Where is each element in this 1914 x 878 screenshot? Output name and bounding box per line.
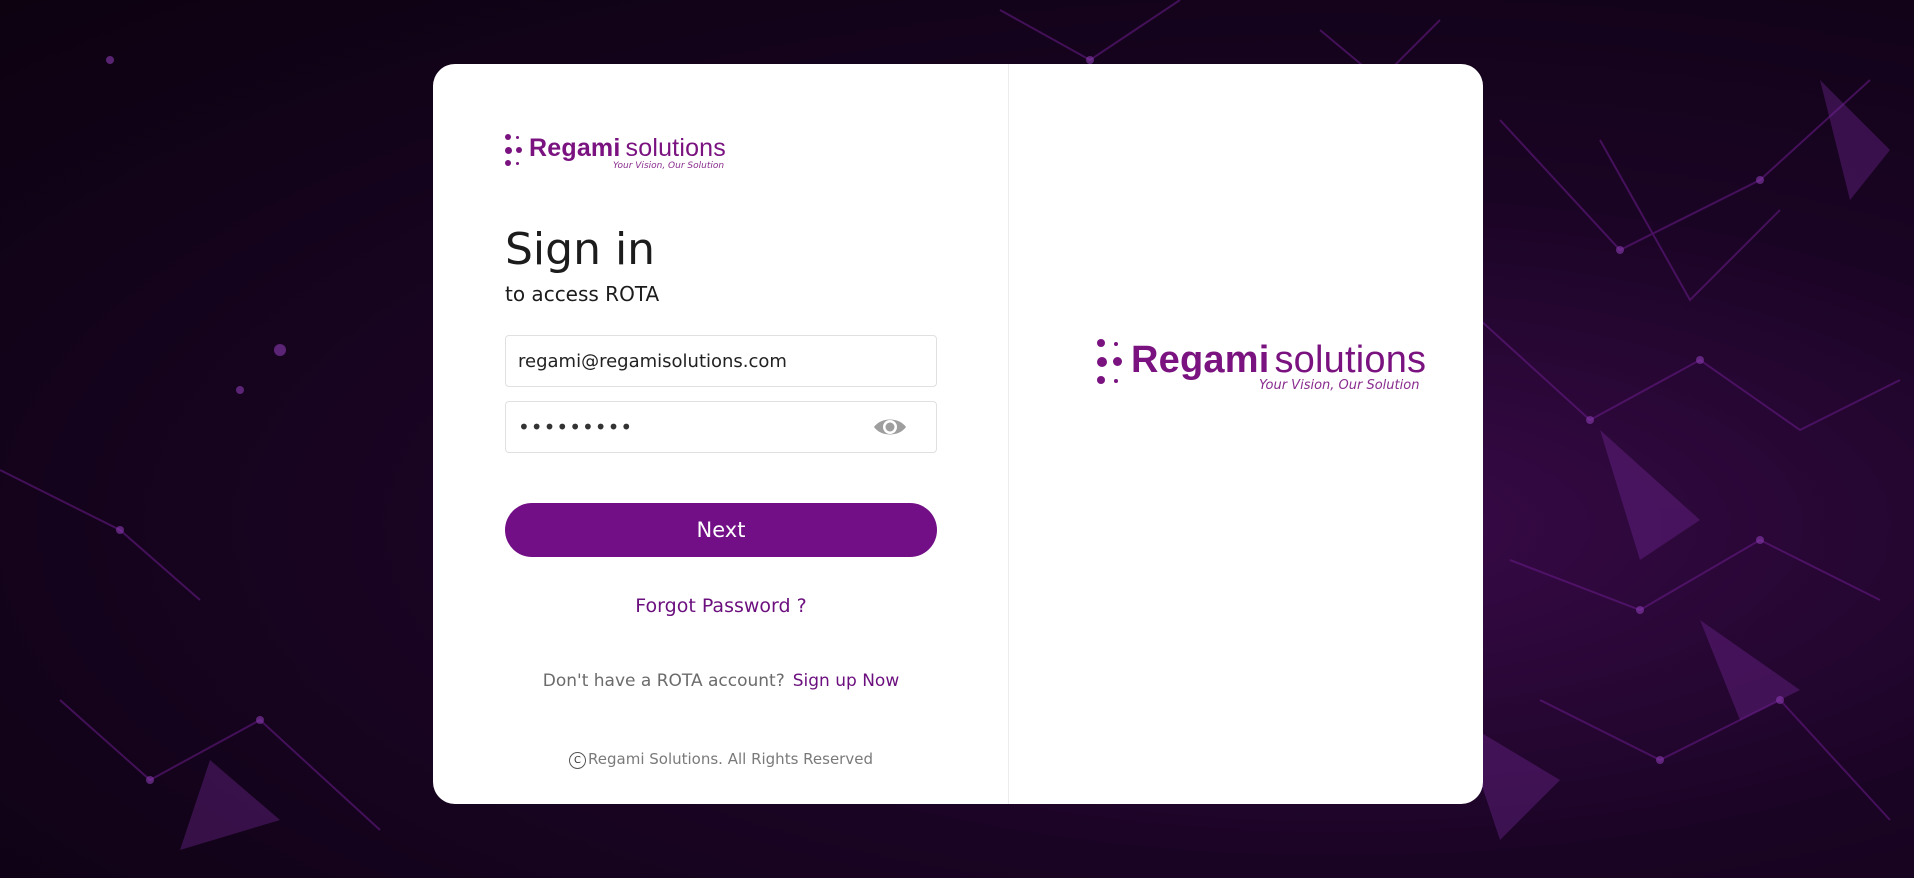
email-input[interactable] [506, 350, 936, 372]
page-title: Sign in [505, 224, 656, 275]
email-field[interactable] [505, 335, 937, 387]
copyright-icon: C [569, 752, 587, 769]
brand-tagline: Your Vision, Our Solution [1259, 378, 1420, 393]
copyright-footer: C Regami Solutions. All Rights Reserved [433, 750, 1009, 769]
signup-row: Don't have a ROTA account? Sign up Now [433, 671, 1009, 691]
page-subtitle: to access ROTA [505, 282, 660, 306]
logo-dots-icon [505, 134, 525, 168]
brand-name-bold: Regami [529, 134, 621, 162]
brand-tagline: Your Vision, Our Solution [613, 161, 725, 171]
signup-link[interactable]: Sign up Now [793, 671, 899, 691]
eye-icon[interactable] [872, 415, 908, 439]
password-field[interactable]: ••••••••• [505, 401, 937, 453]
brand-name-bold: Regami [1131, 339, 1270, 381]
brand-name-light: solutions [1274, 339, 1427, 381]
logo-dots-icon [1097, 339, 1127, 387]
login-card: Regami solutions Your Vision, Our Soluti… [433, 64, 1483, 804]
signup-prompt: Don't have a ROTA account? [542, 671, 785, 691]
brand-logo-large: Regami solutions Your Vision, Our Soluti… [1097, 339, 1426, 393]
signin-panel: Regami solutions Your Vision, Our Soluti… [433, 64, 1009, 804]
forgot-password-link[interactable]: Forgot Password ? [433, 595, 1009, 617]
brand-name-light: solutions [625, 134, 726, 162]
copyright-text: Regami Solutions. All Rights Reserved [588, 750, 873, 768]
brand-panel: Regami solutions Your Vision, Our Soluti… [1009, 64, 1483, 804]
next-button[interactable]: Next [505, 503, 937, 557]
password-input[interactable]: ••••••••• [506, 415, 872, 439]
brand-logo: Regami solutions Your Vision, Our Soluti… [505, 134, 726, 171]
